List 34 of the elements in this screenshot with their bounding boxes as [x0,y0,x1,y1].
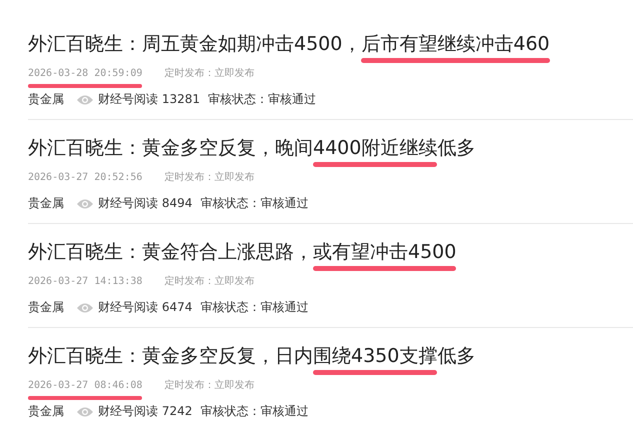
read-count: 财经号阅读 13281 [98,92,200,107]
eye-icon [76,94,94,106]
publish-date: 2026-03-27 08:46:08 [28,379,142,392]
article-title-text[interactable]: 外汇百晓生：黄金多空反复，晚间 [28,133,313,163]
category-label: 贵金属 [28,300,64,315]
publish-date: 2026-03-28 20:59:09 [28,67,142,80]
article-title-text[interactable]: 后市有望继续冲击460 [361,29,550,59]
publish-mode: 定时发布：立即发布 [164,67,254,80]
article-title-text[interactable]: 或有望冲击4500 [313,237,456,267]
review-status: 审核状态：审核通过 [208,92,316,107]
review-status: 审核状态：审核通过 [200,404,308,419]
article-title-text[interactable]: 围绕4350支撑 [313,341,438,371]
article-title-text[interactable]: 外汇百晓生：黄金多空反复，日内 [28,341,313,371]
publish-mode: 定时发布：立即发布 [164,275,254,288]
category-label: 贵金属 [28,196,64,211]
publish-mode: 定时发布：立即发布 [164,171,254,184]
review-status: 审核状态：审核通过 [200,196,308,211]
article-title-text[interactable]: 低多 [437,133,476,163]
eye-icon [76,406,94,418]
article-title-text[interactable]: 4400附近继续 [313,133,438,163]
publish-mode: 定时发布：立即发布 [164,379,254,392]
category-label: 贵金属 [28,92,64,107]
article-title-text[interactable]: 外汇百晓生：黄金符合上涨思路， [28,237,313,267]
publish-date: 2026-03-27 20:52:56 [28,171,142,184]
eye-icon [76,198,94,210]
article-title-text[interactable]: 外汇百晓生：周五黄金如期冲击4500， [28,29,362,59]
category-label: 贵金属 [28,404,64,419]
publish-date: 2026-03-27 14:13:38 [28,275,142,288]
read-count: 财经号阅读 6474 [98,300,192,315]
eye-icon [76,302,94,314]
review-status: 审核状态：审核通过 [200,300,308,315]
read-count: 财经号阅读 7242 [98,404,192,419]
read-count: 财经号阅读 8494 [98,196,192,211]
article-title-text[interactable]: 低多 [437,341,476,371]
